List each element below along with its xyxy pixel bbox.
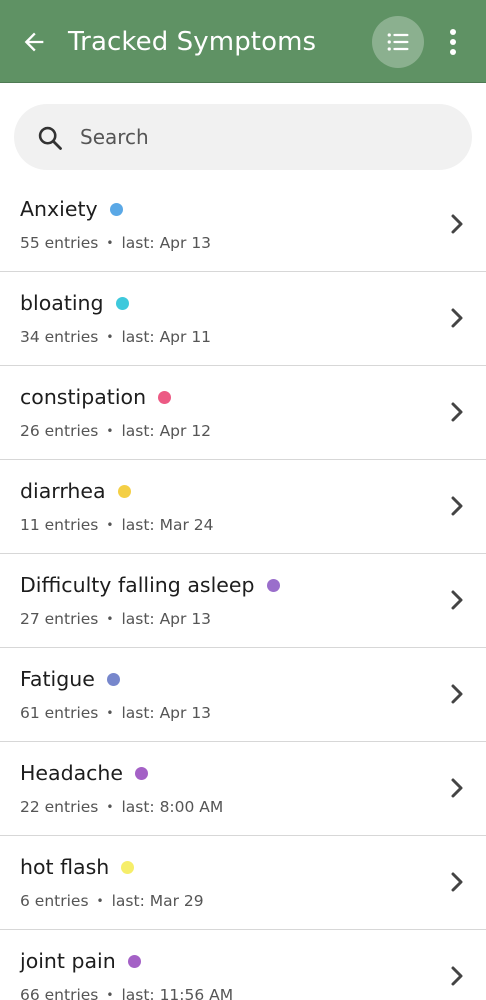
symptom-details: 61 entries • last: Apr 13 [20,702,211,724]
separator-dot: • [106,706,114,720]
list-icon [387,33,409,51]
symptom-color-dot [109,202,123,216]
symptom-row[interactable]: Difficulty falling asleep 27 entries • l… [0,554,486,648]
symptom-color-dot [121,860,135,874]
symptom-title: bloating [20,288,129,318]
symptom-color-dot [158,390,172,404]
chevron-right-icon [451,684,463,704]
separator-dot: • [106,330,114,344]
symptom-row[interactable]: hot flash 6 entries • last: Mar 29 [0,836,486,930]
symptom-name: Headache [20,761,124,785]
symptom-name: diarrhea [20,479,106,503]
chevron-right-icon [451,872,463,892]
symptom-color-dot [117,484,131,498]
symptom-entry-count: 61 entries [20,704,99,722]
symptom-name: Fatigue [20,667,95,691]
symptom-name: bloating [20,291,104,315]
separator-dot: • [106,988,114,1000]
arrow-left-icon [24,32,44,52]
chevron-right-icon [451,496,463,516]
symptom-color-dot [127,954,141,968]
symptom-entry-count: 11 entries [20,516,99,534]
symptom-entry-count: 66 entries [20,986,99,1000]
chevron-right-icon [451,214,463,234]
symptom-last-entry: last: Apr 13 [121,234,212,252]
symptom-name: Difficulty falling asleep [20,573,255,597]
separator-dot: • [106,800,114,814]
symptom-title: Headache [20,758,149,788]
symptom-row[interactable]: Headache 22 entries • last: 8:00 AM [0,742,486,836]
separator-dot: • [106,518,114,532]
symptom-row[interactable]: Anxiety 55 entries • last: Apr 13 [0,178,486,272]
symptom-title: constipation [20,382,172,412]
symptom-row[interactable]: diarrhea 11 entries • last: Mar 24 [0,460,486,554]
symptom-entry-count: 26 entries [20,422,99,440]
symptom-color-dot [266,578,280,592]
symptom-list: Anxiety 55 entries • last: Apr 13 bloati… [0,178,486,1000]
symptom-entry-count: 34 entries [20,328,99,346]
chevron-right-icon [451,778,463,798]
symptom-name: constipation [20,385,147,409]
page-title: Tracked Symptoms [68,27,317,57]
symptom-details: 27 entries • last: Apr 13 [20,608,211,630]
symptom-details: 6 entries • last: Mar 29 [20,890,204,912]
symptom-row[interactable]: constipation 26 entries • last: Apr 12 [0,366,486,460]
chevron-right-icon [451,590,463,610]
more-options-button[interactable] [438,22,468,62]
separator-dot: • [96,894,104,908]
symptom-last-entry: last: Mar 29 [111,892,204,910]
symptom-entry-count: 6 entries [20,892,89,910]
symptom-entry-count: 22 entries [20,798,99,816]
symptom-entry-count: 27 entries [20,610,99,628]
symptom-last-entry: last: 11:56 AM [121,986,234,1000]
symptom-entry-count: 55 entries [20,234,99,252]
symptom-color-dot [106,672,120,686]
symptom-details: 66 entries • last: 11:56 AM [20,984,233,1000]
separator-dot: • [106,236,114,250]
symptom-last-entry: last: Mar 24 [121,516,214,534]
app-bar: Tracked Symptoms [0,0,486,83]
chevron-right-icon [451,966,463,986]
symptom-last-entry: last: Apr 12 [121,422,212,440]
back-button[interactable] [18,26,50,58]
symptom-last-entry: last: Apr 13 [121,704,212,722]
separator-dot: • [106,612,114,626]
search-bar[interactable] [14,104,472,170]
symptom-last-entry: last: Apr 11 [121,328,212,346]
symptom-title: Anxiety [20,194,123,224]
search-icon [38,126,62,150]
symptom-row[interactable]: Fatigue 61 entries • last: Apr 13 [0,648,486,742]
symptom-last-entry: last: 8:00 AM [121,798,224,816]
symptom-details: 26 entries • last: Apr 12 [20,420,211,442]
symptom-title: joint pain [20,946,141,976]
symptom-title: diarrhea [20,476,131,506]
symptom-name: Anxiety [20,197,98,221]
symptom-details: 55 entries • last: Apr 13 [20,232,211,254]
symptom-color-dot [115,296,129,310]
symptom-name: joint pain [20,949,116,973]
symptom-name: hot flash [20,855,110,879]
more-vert-icon [450,29,456,55]
separator-dot: • [106,424,114,438]
list-view-button[interactable] [372,16,424,68]
symptom-row[interactable]: bloating 34 entries • last: Apr 11 [0,272,486,366]
symptom-row[interactable]: joint pain 66 entries • last: 11:56 AM [0,930,486,1000]
symptom-details: 34 entries • last: Apr 11 [20,326,211,348]
symptom-details: 11 entries • last: Mar 24 [20,514,213,536]
chevron-right-icon [451,402,463,422]
symptom-title: hot flash [20,852,135,882]
symptom-color-dot [135,766,149,780]
symptom-title: Difficulty falling asleep [20,570,280,600]
symptom-details: 22 entries • last: 8:00 AM [20,796,223,818]
search-input[interactable] [80,116,450,158]
chevron-right-icon [451,308,463,328]
symptom-title: Fatigue [20,664,120,694]
symptom-last-entry: last: Apr 13 [121,610,212,628]
